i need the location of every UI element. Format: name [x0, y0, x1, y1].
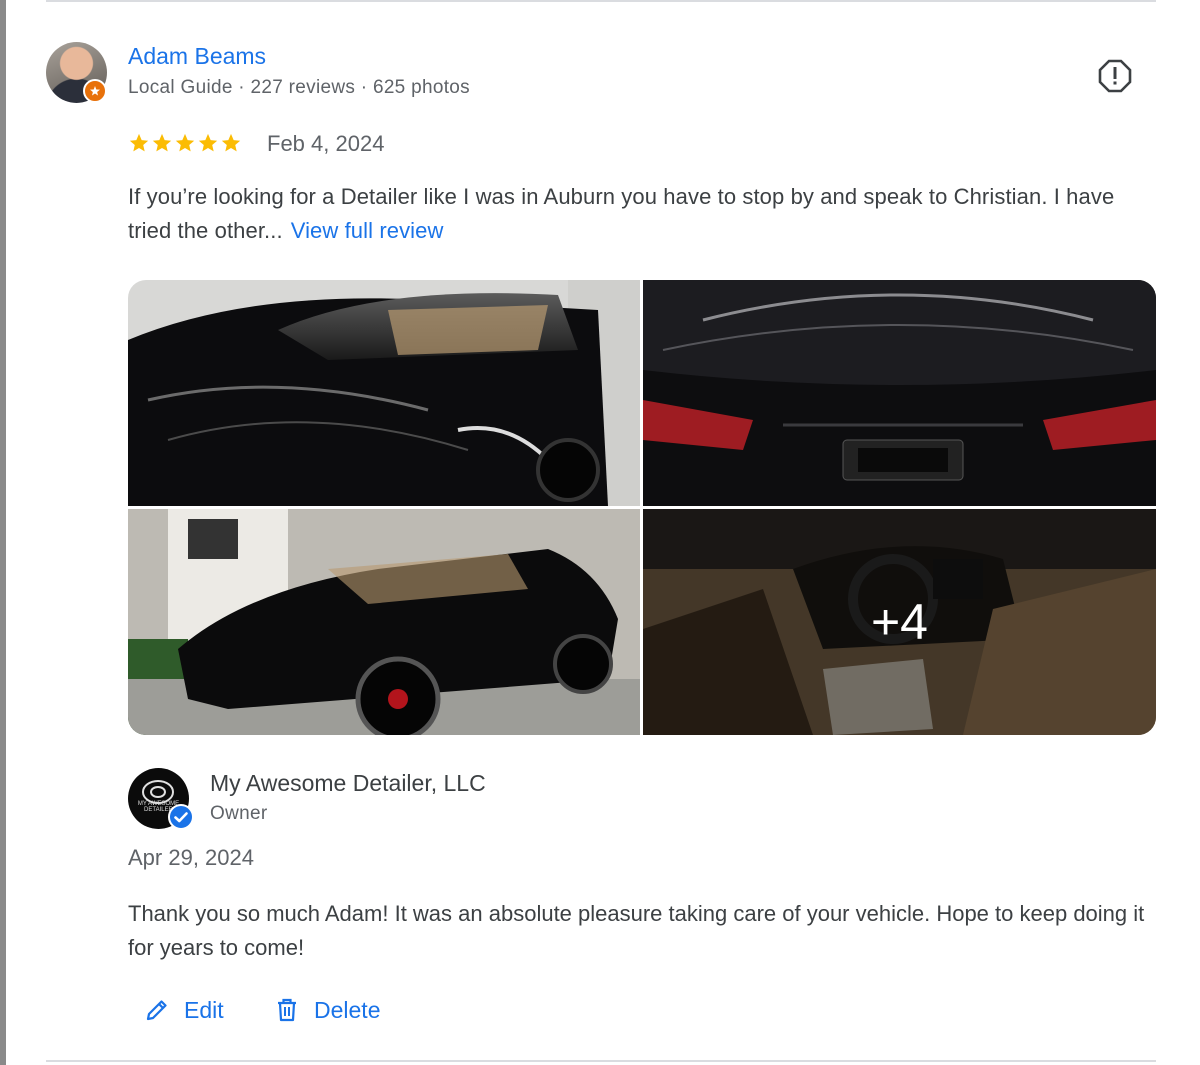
star-icon: [175, 133, 195, 152]
star-icon: [152, 133, 172, 152]
business-name: My Awesome Detailer, LLC: [210, 770, 486, 796]
review-photo[interactable]: +4: [643, 509, 1156, 735]
more-photos-overlay[interactable]: +4: [643, 509, 1156, 735]
review-photo-grid: +4: [128, 280, 1156, 735]
star-icon: [198, 133, 218, 152]
star-icon: [221, 133, 241, 152]
edit-label: Edit: [184, 996, 224, 1023]
report-icon[interactable]: [1098, 59, 1132, 93]
trash-icon: [278, 998, 296, 1022]
reviewer-name-link[interactable]: Adam Beams: [128, 43, 266, 70]
review-photo[interactable]: [128, 509, 640, 735]
owner-role-label: Owner: [210, 803, 268, 824]
star-rating: [128, 132, 242, 154]
delete-label: Delete: [314, 996, 381, 1023]
bottom-divider: [46, 1060, 1156, 1062]
review-photo[interactable]: [128, 280, 640, 506]
window-frame-edge: [0, 0, 6, 1065]
review-photo[interactable]: [643, 280, 1156, 506]
reply-text: Thank you so much Adam! It was an absolu…: [128, 901, 1145, 960]
view-full-review-link[interactable]: View full review: [291, 218, 444, 243]
review-date: Feb 4, 2024: [267, 131, 385, 156]
reply-date: Apr 29, 2024: [128, 845, 254, 870]
reviewer-meta: Local Guide · 227 reviews · 625 photos: [128, 77, 470, 98]
review-body: If you’re looking for a Detailer like I …: [128, 184, 1115, 243]
star-icon: [129, 133, 149, 152]
edit-reply-button[interactable]: Edit: [144, 990, 224, 1030]
pencil-icon: [146, 1000, 167, 1021]
local-guide-badge-icon: [83, 79, 107, 103]
top-divider: [46, 0, 1156, 2]
verified-check-icon: [168, 804, 194, 830]
delete-reply-button[interactable]: Delete: [274, 990, 380, 1030]
review-text: If you’re looking for a Detailer like I …: [128, 180, 1158, 248]
